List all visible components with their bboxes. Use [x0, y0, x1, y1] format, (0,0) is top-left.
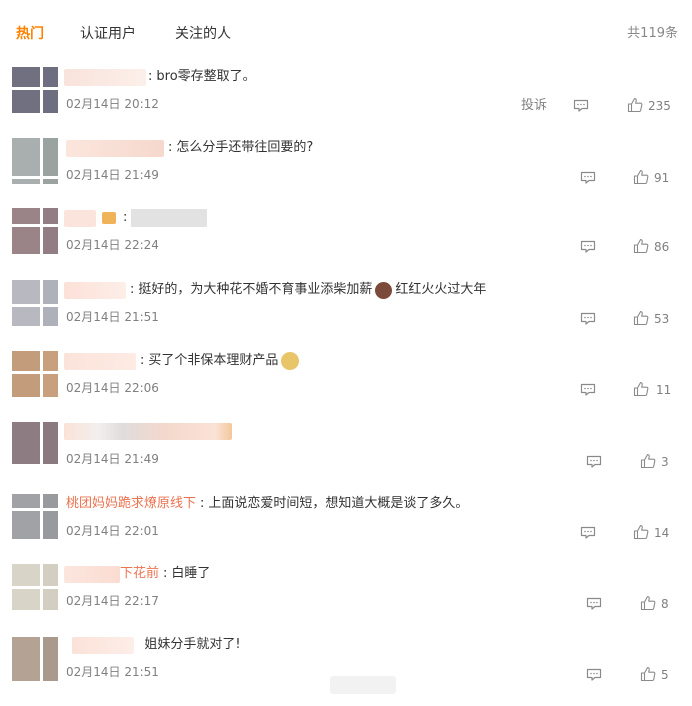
- like-icon[interactable]: [633, 381, 649, 397]
- comment-item: : 挺好的，为大种花不婚不育事业添柴加薪 红红火火过大年 02月14日 21:51 …: [0, 280, 692, 351]
- avatar[interactable]: [12, 422, 58, 464]
- username-blurred[interactable]: [64, 565, 120, 583]
- reply-icon[interactable]: [580, 312, 596, 325]
- username[interactable]: 桃团妈妈跪求燎原线下: [66, 496, 196, 511]
- timestamp: 02月14日 22:06: [66, 381, 159, 395]
- username-blurred[interactable]: [64, 423, 232, 440]
- comment-item: : 买了个非保本理财产品 02月14日 22:06 11: [0, 351, 692, 422]
- like-count: 53: [654, 312, 670, 326]
- username-blurred[interactable]: [64, 352, 136, 370]
- comment-text: 买了个非保本理财产品: [148, 353, 279, 368]
- comment-text-continued: 红红火火过大年: [395, 282, 487, 297]
- comment-item: 02月14日 21:49 3: [0, 422, 692, 493]
- avatar[interactable]: [12, 138, 58, 184]
- like-count: 91: [654, 171, 670, 185]
- comment-item: 下花前: 白睡了 02月14日 22:17 8: [0, 564, 692, 635]
- doge-emoji-icon: [281, 352, 300, 370]
- username-blurred[interactable]: [66, 139, 164, 157]
- timestamp: 02月14日 21:49: [66, 168, 159, 182]
- timestamp: 02月14日 21:51: [66, 665, 159, 679]
- comment-item: : 怎么分手还带往回要的? 02月14日 21:49 91: [0, 138, 692, 209]
- like-count: 86: [654, 240, 670, 254]
- timestamp: 02月14日 22:01: [66, 524, 159, 538]
- like-icon[interactable]: [633, 169, 649, 185]
- reply-icon[interactable]: [580, 240, 596, 253]
- like-icon[interactable]: [633, 238, 649, 254]
- timestamp: 02月14日 21:49: [66, 452, 159, 466]
- face-emoji-icon: [375, 281, 393, 299]
- reply-icon[interactable]: [586, 455, 602, 468]
- timestamp: 02月14日 22:24: [66, 238, 159, 252]
- like-count: 11: [656, 383, 672, 397]
- reply-icon[interactable]: [580, 526, 596, 539]
- like-icon[interactable]: [640, 453, 656, 469]
- avatar[interactable]: [12, 564, 58, 610]
- comment-text: 白睡了: [171, 566, 211, 581]
- reply-icon[interactable]: [586, 668, 602, 681]
- crown-badge-icon: [102, 212, 116, 224]
- like-count: 5: [661, 668, 669, 682]
- timestamp: 02月14日 22:17: [66, 594, 159, 608]
- tab-following[interactable]: 关注的人: [175, 24, 231, 44]
- watermark: [330, 676, 396, 694]
- comment-text: 姐妹分手就对了!: [144, 637, 241, 652]
- like-count: 235: [648, 99, 671, 113]
- reply-icon[interactable]: [573, 99, 589, 112]
- username-blurred[interactable]: [72, 636, 134, 654]
- avatar[interactable]: [12, 280, 58, 326]
- avatar[interactable]: [12, 351, 58, 397]
- comment-count: 共119条: [627, 26, 678, 41]
- comment-text-blurred: [131, 209, 208, 227]
- avatar[interactable]: [12, 67, 58, 113]
- like-icon[interactable]: [627, 97, 643, 113]
- like-count: 8: [661, 597, 669, 611]
- like-count: 3: [661, 455, 669, 469]
- reply-icon[interactable]: [580, 383, 596, 396]
- username-blurred[interactable]: [64, 68, 146, 86]
- avatar[interactable]: [12, 494, 58, 539]
- comment-text: 挺好的，为大种花不婚不育事业添柴加薪: [138, 282, 373, 297]
- timestamp: 02月14日 20:12: [66, 97, 159, 111]
- comment-item: : bro零存整取了。 02月14日 20:12 投诉 235: [0, 67, 692, 138]
- comment-text: 怎么分手还带往回要的?: [176, 140, 314, 155]
- like-icon[interactable]: [633, 524, 649, 540]
- report-button[interactable]: 投诉: [521, 97, 547, 115]
- like-icon[interactable]: [640, 595, 656, 611]
- comment-text: bro零存整取了。: [156, 69, 256, 84]
- username-blurred[interactable]: [64, 281, 126, 299]
- timestamp: 02月14日 21:51: [66, 310, 159, 324]
- avatar[interactable]: [12, 635, 58, 681]
- reply-icon[interactable]: [586, 597, 602, 610]
- username[interactable]: 下花前: [120, 566, 159, 581]
- like-icon[interactable]: [640, 666, 656, 682]
- reply-icon[interactable]: [580, 171, 596, 184]
- username-blurred[interactable]: [64, 209, 96, 227]
- comment-tabs: 热门 认证用户 关注的人 共119条: [0, 0, 692, 60]
- comment-item: :姐妹分手就对了! 02月14日 21:51 5: [0, 635, 692, 706]
- like-count: 14: [654, 526, 670, 540]
- avatar[interactable]: [12, 208, 58, 254]
- comment-text: 上面说恋爱时间短，想知道大概是谈了多久。: [208, 496, 469, 511]
- comment-item: : 02月14日 22:24 86: [0, 208, 692, 279]
- tab-verified-users[interactable]: 认证用户: [80, 24, 136, 44]
- like-icon[interactable]: [633, 310, 649, 326]
- comment-item: 桃团妈妈跪求燎原线下: 上面说恋爱时间短，想知道大概是谈了多久。 02月14日 2…: [0, 494, 692, 565]
- tab-hot[interactable]: 热门: [16, 24, 44, 44]
